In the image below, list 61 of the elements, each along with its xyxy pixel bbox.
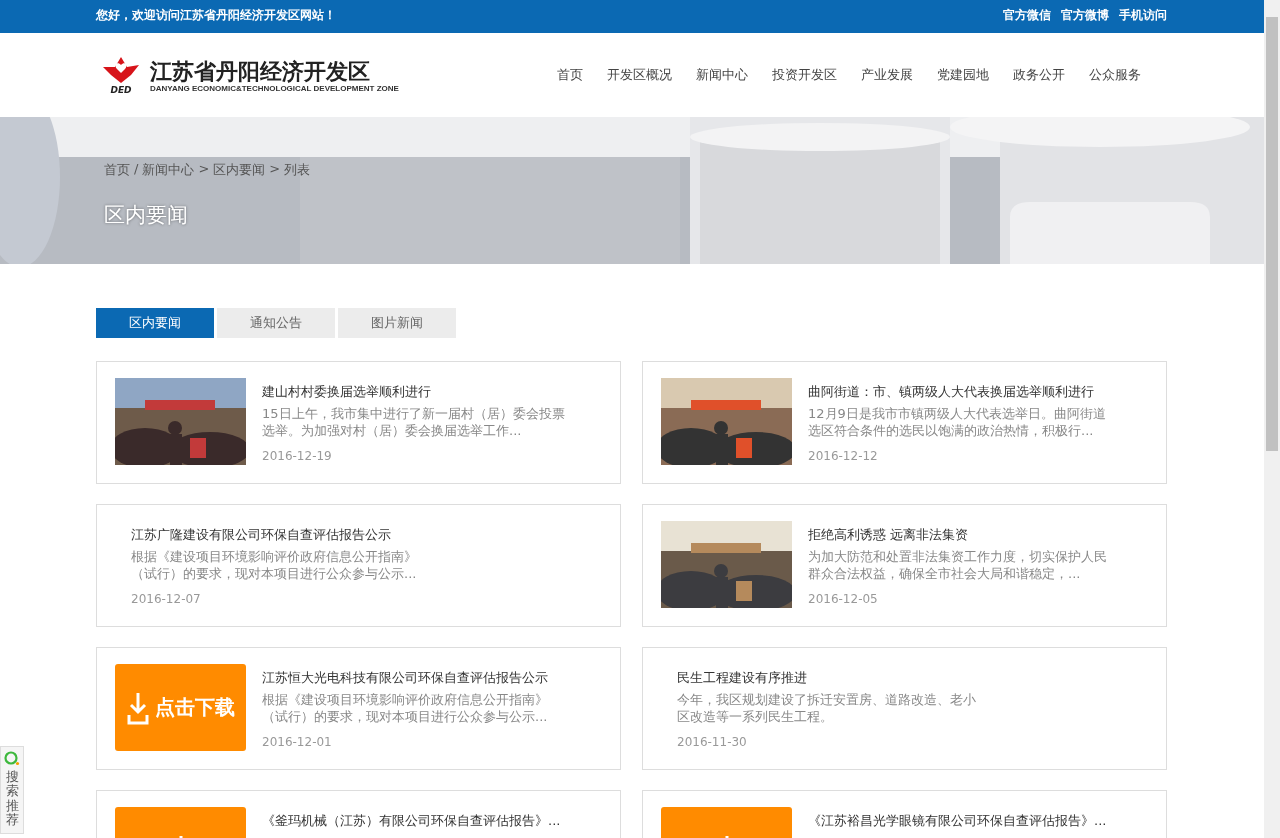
tab[interactable]: 图片新闻 <box>338 308 456 338</box>
news-date: 2016-12-12 <box>808 449 879 463</box>
news-date: 2016-12-01 <box>262 735 333 749</box>
news-title[interactable]: 曲阿街道：市、镇两级人大代表换届选举顺利进行 <box>808 383 1128 401</box>
breadcrumb-separator: > <box>269 161 281 178</box>
page-title: 区内要闻 <box>104 202 189 229</box>
site-subtitle: DANYANG ECONOMIC&TECHNOLOGICAL DEVELOPMENT ZONE <box>150 83 399 93</box>
news-title[interactable]: 民生工程建设有序推进 <box>677 669 997 687</box>
welcome-text: 您好，欢迎访问江苏省丹阳经济开发区网站！ <box>96 7 336 24</box>
news-title[interactable]: 拒绝高利诱惑 远离非法集资 <box>808 526 1128 544</box>
news-card[interactable]: 点击下载 江苏恒大光电科技有限公司环保自查评估报告公示 根据《建设项目环境影响评价政府信息公开指南》（试行）的要求，现对本项目进行公众参与公示... 2016-12-01 <box>96 647 621 770</box>
breadcrumb-separator: > <box>198 161 210 178</box>
news-title[interactable]: 建山村村委换届选举顺利进行 <box>262 383 582 401</box>
search-recommend-widget[interactable]: 搜索推荐 <box>0 746 24 834</box>
news-card[interactable]: 建山村村委换届选举顺利进行 15日上午，我市集中进行了新一届村（居）委会投票选举。为加强对村（居）委会换届选举工作... 2016-12-19 <box>96 361 621 484</box>
news-summary: 根据《建设项目环境影响评价政府信息公开指南》（试行）的要求，现对本项目进行公众参与公示... <box>262 691 549 725</box>
emblem-icon <box>101 55 141 85</box>
nav-item[interactable]: 党建园地 <box>927 66 999 84</box>
scrollbar[interactable] <box>1264 0 1280 838</box>
news-card[interactable]: 曲阿街道：市、镇两级人大代表换届选举顺利进行 12月9日是我市市镇两级人大代表选举日。曲阿街道选区符合条件的选民以饱满的政治热情，积极行... 2016-12-12 <box>642 361 1167 484</box>
news-summary: 为加大防范和处置非法集资工作力度，切实保护人民群众合法权益，确保全市社会大局和谐稳定，... <box>808 548 1108 582</box>
news-date: 2016-12-19 <box>262 449 333 463</box>
news-card[interactable]: 《江苏裕昌光学眼镜有限公司环保自查评估报告》... <box>642 790 1167 838</box>
breadcrumb-link[interactable]: 首页 <box>104 161 130 179</box>
nav-item[interactable]: 开发区概况 <box>597 66 682 84</box>
breadcrumb-separator: / <box>134 161 139 178</box>
news-title[interactable]: 《釜玛机械（江苏）有限公司环保自查评估报告》... <box>262 812 582 830</box>
news-summary: 15日上午，我市集中进行了新一届村（居）委会投票选举。为加强对村（居）委会换届选举工作... <box>262 405 566 439</box>
nav-item[interactable]: 公众服务 <box>1079 66 1151 84</box>
breadcrumb-link[interactable]: 新闻中心 <box>142 161 195 179</box>
nav-item[interactable]: 新闻中心 <box>686 66 758 84</box>
news-title[interactable]: 《江苏裕昌光学眼镜有限公司环保自查评估报告》... <box>808 812 1128 830</box>
download-icon <box>126 690 149 725</box>
news-date: 2016-12-05 <box>808 592 879 606</box>
nav-item[interactable]: 投资开发区 <box>762 66 847 84</box>
download-text: 点击下载 <box>154 694 235 721</box>
nav-item[interactable]: 产业发展 <box>851 66 923 84</box>
top-link[interactable]: 官方微博 <box>1061 7 1109 24</box>
top-link[interactable]: 官方微信 <box>1003 7 1051 24</box>
news-card[interactable]: 江苏广隆建设有限公司环保自查评估报告公示 根据《建设项目环境影响评价政府信息公开指南》（试行）的要求，现对本项目进行公众参与公示... 2016-12-07 <box>96 504 621 627</box>
tab[interactable]: 区内要闻 <box>96 308 214 338</box>
news-date: 2016-11-30 <box>677 735 748 749</box>
nav-item[interactable]: 政务公开 <box>1003 66 1075 84</box>
logo-mark-text: DED <box>110 85 132 95</box>
news-card[interactable]: 《釜玛机械（江苏）有限公司环保自查评估报告》... <box>96 790 621 838</box>
news-summary: 根据《建设项目环境影响评价政府信息公开指南》（试行）的要求，现对本项目进行公众参与公示... <box>131 548 418 582</box>
site-name: 江苏省丹阳经济开发区 <box>150 57 371 84</box>
news-card[interactable]: 拒绝高利诱惑 远离非法集资 为加大防范和处置非法集资工作力度，切实保护人民群众合法权益，确保全市社会大局和谐稳定，... 2016-12-05 <box>642 504 1167 627</box>
news-card[interactable]: 民生工程建设有序推进 今年，我区规划建设了拆迁安置房、道路改造、老小区改造等一系列民生工程。 2016-11-30 <box>642 647 1167 770</box>
news-title[interactable]: 江苏恒大光电科技有限公司环保自查评估报告公示 <box>262 669 582 687</box>
nav-item[interactable]: 首页 <box>547 66 593 84</box>
tab[interactable]: 通知公告 <box>217 308 335 338</box>
ring-icon <box>4 751 20 766</box>
breadcrumb-link[interactable]: 列表 <box>284 161 311 179</box>
news-summary: 12月9日是我市市镇两级人大代表选举日。曲阿街道选区符合条件的选民以饱满的政治热情，积极行... <box>808 405 1107 439</box>
breadcrumb-link[interactable]: 区内要闻 <box>213 161 266 179</box>
scrollbar-thumb[interactable] <box>1266 17 1278 451</box>
news-summary: 今年，我区规划建设了拆迁安置房、道路改造、老小区改造等一系列民生工程。 <box>677 691 977 725</box>
top-link[interactable]: 手机访问 <box>1119 7 1167 24</box>
news-title[interactable]: 江苏广隆建设有限公司环保自查评估报告公示 <box>131 526 451 544</box>
news-date: 2016-12-07 <box>131 592 202 606</box>
